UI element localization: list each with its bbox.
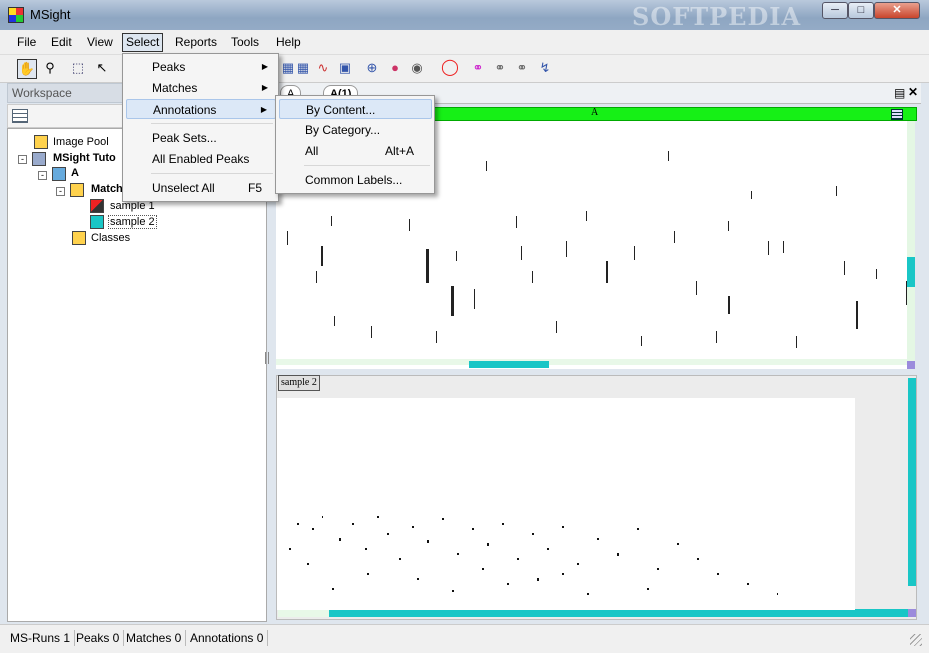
- close-view-icon[interactable]: ✕: [908, 85, 918, 99]
- tree-item-match[interactable]: Match: [91, 183, 123, 195]
- menu-edit[interactable]: Edit: [48, 34, 75, 51]
- circle-icon[interactable]: ◯: [440, 59, 460, 79]
- menu-item-unselect-all[interactable]: Unselect All F5: [126, 178, 276, 198]
- select-rect-icon[interactable]: ⬚: [68, 59, 88, 79]
- layout-icon[interactable]: ▤: [894, 86, 905, 100]
- watermark: SOFTPEDIA: [632, 2, 802, 31]
- unlink-icon[interactable]: ⚭: [490, 59, 510, 79]
- collapse-icon[interactable]: -: [18, 155, 27, 164]
- panel-b-hscroll[interactable]: [278, 609, 908, 617]
- menu-item-common-labels[interactable]: Common Labels...: [279, 170, 432, 190]
- panel-a-title: A: [591, 107, 599, 118]
- folder-icon: [70, 183, 84, 197]
- status-matches: Matches 0: [122, 630, 187, 646]
- status-ms-runs: MS-Runs 1: [6, 630, 76, 646]
- collapse-icon[interactable]: -: [38, 171, 47, 180]
- sample-icon: [90, 199, 104, 213]
- menu-bar: File Edit View Select Reports Tools Help: [0, 30, 929, 55]
- menu-file[interactable]: File: [14, 34, 39, 51]
- scroll-thumb[interactable]: [329, 609, 908, 617]
- menu-help[interactable]: Help: [273, 34, 304, 51]
- menu-item-all[interactable]: All Alt+A: [279, 141, 432, 161]
- workspace-title: Workspace: [12, 86, 72, 100]
- menu-tools[interactable]: Tools: [228, 34, 262, 51]
- menu-item-matches[interactable]: Matches ▶: [126, 78, 276, 98]
- list-view-icon[interactable]: [12, 109, 28, 123]
- menu-reports[interactable]: Reports: [172, 34, 220, 51]
- image-pool-icon: [34, 135, 48, 149]
- menu-item-peaks[interactable]: Peaks ▶: [126, 57, 276, 77]
- tree-item-image-pool[interactable]: Image Pool: [53, 136, 109, 148]
- chart-icon[interactable]: ∿: [313, 59, 333, 79]
- panel-a-vscroll[interactable]: [907, 121, 915, 369]
- panel-menu-icon[interactable]: [891, 109, 903, 120]
- resize-grip[interactable]: [910, 634, 922, 646]
- panel-b-vscroll[interactable]: [908, 378, 916, 586]
- select-menu: Peaks ▶ Matches ▶ Annotations ▶ Peak Sets..…: [122, 53, 279, 202]
- folder-icon: [72, 231, 86, 245]
- status-annotations: Annotations 0: [186, 630, 269, 646]
- tree-item-sample-2[interactable]: sample 2: [108, 215, 157, 229]
- maximize-button[interactable]: □: [848, 2, 874, 19]
- chain-icon[interactable]: ⚭: [512, 59, 532, 79]
- scroll-corner: [907, 361, 915, 369]
- gel-image-b: [289, 516, 778, 595]
- project-icon: [32, 152, 46, 166]
- pointer-icon[interactable]: ↖: [92, 59, 112, 79]
- crosshair-icon[interactable]: ⊕: [362, 59, 382, 79]
- close-button[interactable]: ✕: [874, 2, 920, 19]
- panel-icon[interactable]: ▣: [335, 59, 355, 79]
- panel-b-label: sample 2: [278, 375, 320, 391]
- window-title: MSight: [30, 7, 71, 22]
- color-map-icon[interactable]: ●: [385, 59, 405, 79]
- menu-item-peak-sets[interactable]: Peak Sets...: [126, 128, 276, 148]
- menu-view[interactable]: View: [84, 34, 116, 51]
- table-icon[interactable]: ▦: [293, 59, 313, 79]
- link-icon[interactable]: ⚭: [468, 59, 488, 79]
- submenu-arrow-icon: ▶: [260, 105, 267, 114]
- app-icon: [8, 7, 24, 23]
- lightning-icon[interactable]: ↯: [535, 59, 555, 79]
- tree-item-a[interactable]: A: [71, 167, 79, 179]
- scroll-corner: [908, 609, 916, 617]
- menu-item-by-category[interactable]: By Category...: [279, 120, 432, 140]
- title-bar: MSight SOFTPEDIA ─ □ ✕: [0, 0, 929, 31]
- tree-item-project[interactable]: MSight Tuto: [53, 152, 116, 164]
- workspace-tree: Image Pool - MSight Tuto - A - Match sam…: [7, 128, 267, 622]
- menu-select[interactable]: Select: [122, 33, 164, 52]
- panel-b-canvas[interactable]: [277, 398, 855, 610]
- menu-item-by-content[interactable]: By Content...: [279, 99, 432, 119]
- menu-separator: [304, 165, 430, 166]
- annotations-submenu: By Content... By Category... All Alt+A Co…: [275, 95, 435, 194]
- tree-item-classes[interactable]: Classes: [91, 232, 130, 244]
- status-bar: MS-Runs 1 Peaks 0 Matches 0 Annotations …: [0, 624, 929, 653]
- minimize-button[interactable]: ─: [822, 2, 848, 19]
- hand-icon[interactable]: ✋: [17, 59, 37, 79]
- spot-icon[interactable]: ◉: [407, 59, 427, 79]
- splitter-handle[interactable]: [265, 352, 269, 364]
- menu-separator: [151, 173, 273, 174]
- submenu-arrow-icon: ▶: [261, 83, 268, 92]
- submenu-arrow-icon: ▶: [261, 62, 268, 71]
- collapse-icon[interactable]: -: [56, 187, 65, 196]
- sample-icon: [90, 215, 104, 229]
- scroll-thumb[interactable]: [907, 257, 915, 287]
- status-peaks: Peaks 0: [72, 630, 125, 646]
- menu-item-annotations[interactable]: Annotations ▶: [126, 99, 276, 119]
- menu-item-all-enabled-peaks[interactable]: All Enabled Peaks: [126, 149, 276, 169]
- menu-separator: [151, 123, 273, 124]
- magnifier-icon[interactable]: ⚲: [40, 59, 60, 79]
- group-icon: [52, 167, 66, 181]
